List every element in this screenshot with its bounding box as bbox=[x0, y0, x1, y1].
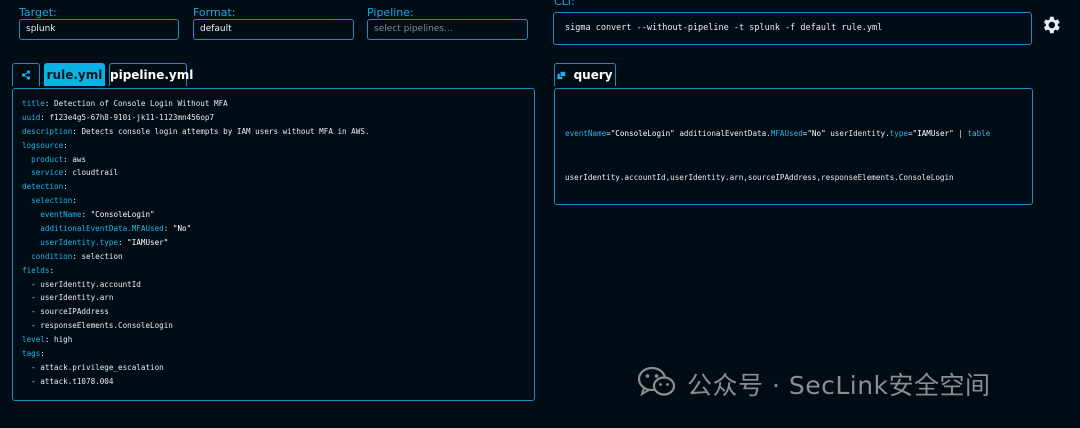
code-line: logsource: bbox=[22, 140, 68, 150]
share-icon bbox=[21, 68, 31, 82]
tab-query[interactable]: query bbox=[554, 63, 616, 86]
query-token: type bbox=[889, 129, 908, 138]
share-tab[interactable] bbox=[12, 63, 40, 86]
target-select[interactable]: splunk bbox=[19, 19, 179, 40]
yaml-key: eventName bbox=[40, 210, 82, 220]
yaml-key: tags bbox=[22, 349, 41, 359]
code-line: userIdentity.type: "IAMUser" bbox=[40, 237, 169, 247]
code-line: tags: bbox=[22, 349, 45, 359]
yaml-key: logsource bbox=[22, 140, 64, 150]
code-line: - attack.t1078.004 bbox=[22, 376, 114, 386]
yaml-key: condition bbox=[31, 251, 73, 261]
yaml-value: high bbox=[49, 335, 73, 345]
yaml-key: title bbox=[22, 99, 45, 108]
query-token: additionalEventData. bbox=[674, 129, 771, 138]
cli-command[interactable]: sigma convert --without-pipeline -t splu… bbox=[553, 12, 1032, 45]
yaml-key: userIdentity.type bbox=[40, 237, 119, 247]
query-token: eventName bbox=[565, 129, 607, 138]
pipeline-select[interactable]: select pipelines... bbox=[367, 19, 528, 40]
code-line: - userIdentity.accountId bbox=[22, 279, 141, 289]
code-line: description: Detects console login attem… bbox=[22, 126, 370, 136]
code-line: eventName: "ConsoleLogin" bbox=[40, 210, 155, 220]
query-line-2: userIdentity.accountId,userIdentity.arn,… bbox=[565, 172, 954, 182]
yaml-key: selection bbox=[31, 196, 73, 206]
query-line-1: eventName="ConsoleLogin" additionalEvent… bbox=[565, 127, 990, 142]
query-token: userIdentity. bbox=[825, 129, 890, 138]
yaml-key: service bbox=[31, 168, 64, 178]
query-token: MFAUsed bbox=[770, 129, 803, 138]
yaml-key: additionalEventData.MFAUsed bbox=[40, 224, 164, 234]
query-token: table bbox=[967, 129, 991, 138]
format-label: Format: bbox=[193, 6, 236, 19]
yaml-value: f123e4g5-67h8-910i-jk11-1123mn456op7 bbox=[44, 112, 215, 122]
code-line: service: cloudtrail bbox=[31, 168, 119, 178]
yaml-key: product bbox=[31, 154, 64, 164]
yaml-key: fields bbox=[22, 265, 50, 275]
cli-label: CLI: bbox=[554, 0, 575, 8]
rule-editor[interactable]: title: Detection of Console Login Withou… bbox=[12, 88, 535, 401]
code-line: - userIdentity.arn bbox=[22, 293, 114, 303]
wechat-icon bbox=[637, 365, 677, 403]
yaml-value: aws bbox=[67, 154, 87, 164]
yaml-value: cloudtrail bbox=[67, 168, 119, 178]
query-tab-label: query bbox=[573, 68, 613, 82]
code-line: - sourceIPAddress bbox=[22, 307, 109, 317]
yaml-key: description bbox=[22, 126, 73, 136]
yaml-value: "No" bbox=[168, 224, 192, 234]
code-line: additionalEventData.MFAUsed: "No" bbox=[40, 224, 192, 234]
tab-rule-yml[interactable]: rule.yml bbox=[44, 63, 105, 86]
yaml-value: "ConsoleLogin" bbox=[86, 210, 155, 220]
code-line: product: aws bbox=[31, 154, 87, 164]
code-line: condition: selection bbox=[31, 251, 123, 261]
yaml-value: selection bbox=[76, 251, 123, 261]
query-token: "IAMUser" bbox=[912, 129, 954, 138]
watermark-text: 公众号 · SecLink安全空间 bbox=[687, 371, 991, 400]
rule-code: title: Detection of Console Login Withou… bbox=[22, 97, 369, 389]
yaml-value: Detects console login attempts by IAM us… bbox=[76, 126, 370, 136]
yaml-key: detection bbox=[22, 182, 64, 192]
target-label: Target: bbox=[19, 6, 57, 19]
yaml-key: level bbox=[22, 335, 45, 345]
code-line: detection: bbox=[22, 182, 68, 192]
gear-icon[interactable] bbox=[1040, 14, 1062, 36]
watermark: 公众号 · SecLink安全空间 bbox=[637, 364, 991, 404]
pipeline-label: Pipeline: bbox=[367, 6, 414, 19]
yaml-key: uuid bbox=[22, 112, 41, 122]
query-output[interactable]: eventName="ConsoleLogin" additionalEvent… bbox=[554, 88, 1033, 205]
cube-icon bbox=[557, 68, 573, 82]
code-line: uuid: f123e4g5-67h8-910i-jk11-1123mn456o… bbox=[22, 112, 215, 122]
query-token: "No" bbox=[807, 129, 826, 138]
code-line: level: high bbox=[22, 335, 73, 345]
code-line: - attack.privilege_escalation bbox=[22, 362, 164, 372]
code-line: - responseElements.ConsoleLogin bbox=[22, 321, 173, 331]
query-token: | bbox=[953, 129, 968, 138]
yaml-value: Detection of Console Login Without MFA bbox=[49, 99, 228, 108]
yaml-value: "IAMUser" bbox=[122, 237, 169, 247]
code-line: selection: bbox=[31, 196, 77, 206]
format-select[interactable]: default bbox=[193, 19, 354, 40]
query-token: "ConsoleLogin" bbox=[610, 129, 675, 138]
query-text: eventName="ConsoleLogin" additionalEvent… bbox=[565, 98, 990, 214]
tab-pipeline-yml[interactable]: pipeline.yml bbox=[109, 63, 193, 86]
code-line: title: Detection of Console Login Withou… bbox=[22, 99, 228, 108]
code-line: fields: bbox=[22, 265, 55, 275]
